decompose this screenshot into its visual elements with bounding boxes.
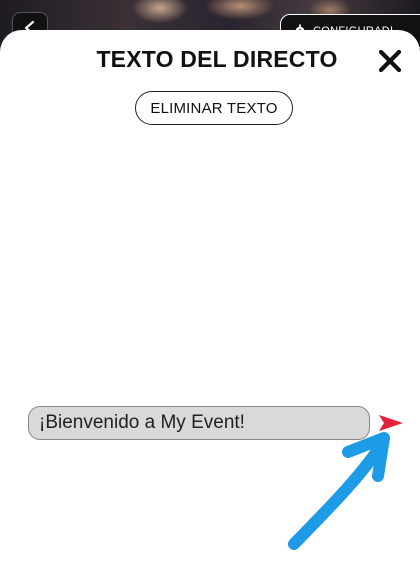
clear-text-button[interactable]: ELIMINAR TEXTO bbox=[135, 91, 293, 125]
live-text-input[interactable]: ¡Bienvenido a My Event! bbox=[28, 406, 370, 440]
live-text-input-value: ¡Bienvenido a My Event! bbox=[39, 412, 245, 433]
send-button[interactable] bbox=[378, 414, 404, 432]
modal-title: TEXTO DEL DIRECTO bbox=[96, 46, 338, 72]
close-icon bbox=[378, 49, 402, 73]
send-icon bbox=[379, 415, 403, 431]
close-button[interactable] bbox=[375, 46, 405, 76]
live-text-modal: TEXTO DEL DIRECTO ELIMINAR TEXTO ¡Bienve… bbox=[0, 30, 420, 564]
